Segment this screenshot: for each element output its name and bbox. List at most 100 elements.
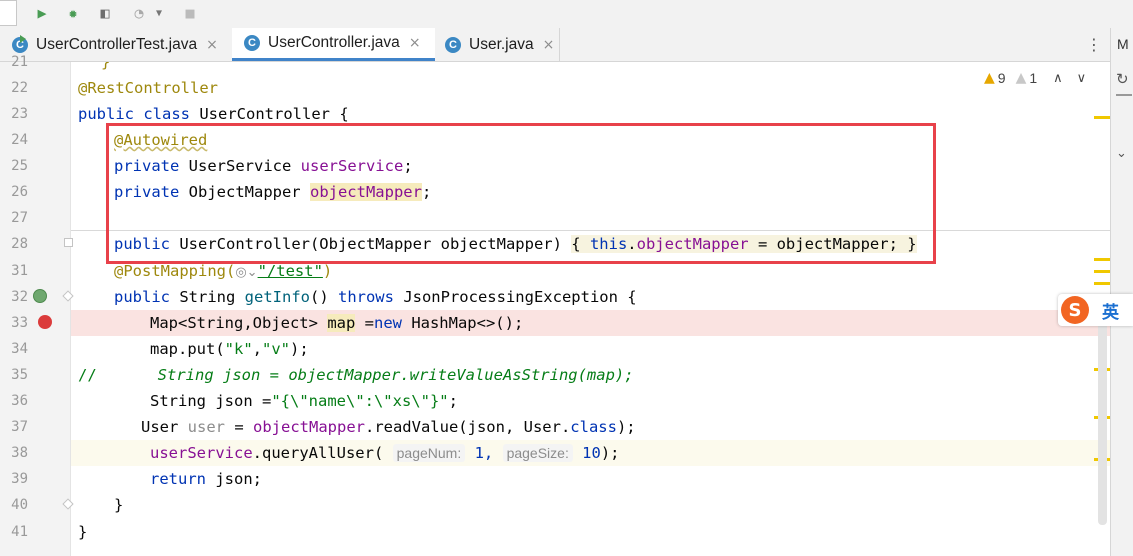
- line-number: 40: [11, 497, 28, 513]
- code-line-36: String json ="{\"name\":\"xs\"}";: [150, 388, 458, 414]
- inspection-widget[interactable]: ▲ 9 ▲ 1 ∧ ∨: [984, 70, 1086, 86]
- comment: //: [78, 366, 97, 384]
- profiler-icon[interactable]: ◔: [128, 2, 150, 24]
- refresh-icon[interactable]: ↻: [1116, 70, 1129, 88]
- line-number: 21: [11, 54, 28, 70]
- code-line-33: Map<String,Object> map =new HashMap<>();: [150, 310, 523, 336]
- maven-panel-label[interactable]: M: [1117, 36, 1129, 52]
- string-literal: "{\"name\":\"xs\"}": [271, 392, 449, 410]
- close-tab-icon[interactable]: ×: [543, 37, 555, 53]
- run-icon[interactable]: ▶: [32, 2, 52, 24]
- folded-region[interactable]: { this.objectMapper = objectMapper; }: [571, 235, 917, 253]
- code-editor[interactable]: } @RestController public class UserContr…: [71, 62, 1110, 556]
- line-number: 26: [11, 184, 28, 200]
- code-text: }: [907, 235, 917, 253]
- config-dropdown-stub[interactable]: [0, 0, 17, 26]
- code-line-32: public String getInfo() throws JsonProce…: [114, 284, 637, 310]
- weak-warning-count: 1: [1029, 70, 1038, 86]
- code-text: (): [309, 288, 338, 306]
- code-line-41: }: [78, 523, 88, 541]
- code-text: map.put(: [150, 340, 225, 358]
- ime-indicator[interactable]: S 英: [1058, 294, 1133, 326]
- string-literal: "v": [262, 340, 290, 358]
- tab-label: User.java: [469, 35, 534, 53]
- annotation: @RestController: [78, 79, 218, 97]
- annotation: @Autowired: [114, 131, 208, 149]
- code-text: User: [141, 418, 188, 436]
- code-line-31: @PostMapping(◎⌄"/test"): [114, 258, 332, 284]
- string-literal[interactable]: "/test": [258, 262, 323, 280]
- tab-usercontrollertest[interactable]: C UserControllerTest.java ×: [0, 28, 232, 61]
- field-name: userService: [300, 157, 404, 175]
- field-name: objectMapper: [309, 183, 422, 201]
- code-line-21: }: [101, 62, 111, 71]
- code-text: ;: [421, 183, 432, 201]
- code-line-28: public UserController(ObjectMapper objec…: [114, 231, 917, 257]
- warning-icon: ▲: [984, 70, 995, 86]
- keyword: this: [589, 235, 628, 253]
- code-line-38: userService.queryAllUser( pageNum: 1, pa…: [150, 440, 620, 466]
- keyword: class: [570, 418, 617, 436]
- warning-marker[interactable]: [1094, 258, 1110, 261]
- annotation: ): [322, 262, 333, 280]
- tab-user[interactable]: C User.java ×: [435, 28, 560, 61]
- java-class-icon: C: [445, 36, 461, 53]
- line-number: 37: [11, 419, 28, 435]
- code-text: .: [627, 235, 637, 253]
- right-tool-strip: M ↻ ⌄: [1110, 28, 1133, 556]
- warning-marker[interactable]: [1094, 270, 1110, 273]
- dropdown-icon[interactable]: ▼: [152, 2, 166, 24]
- tab-label: UserController.java: [268, 34, 400, 51]
- keyword: new: [373, 314, 402, 332]
- code-line-40: }: [114, 496, 124, 514]
- java-class-icon: C: [244, 35, 260, 51]
- field-name: objectMapper: [253, 418, 365, 436]
- keyword: throws: [337, 288, 394, 306]
- more-tabs-icon[interactable]: ⋮: [1086, 28, 1102, 61]
- code-text: UserService: [179, 157, 301, 175]
- close-tab-icon[interactable]: ×: [409, 35, 421, 51]
- weak-warning-icon: ▲: [1015, 70, 1027, 86]
- breakpoint-icon[interactable]: [38, 315, 52, 329]
- keyword: public: [114, 235, 170, 253]
- line-number: 33: [11, 315, 28, 331]
- parameter-hint: pageSize:: [502, 444, 573, 462]
- code-text: JsonProcessingException {: [393, 288, 637, 306]
- line-gutter: 21 22 23 24 25 26 27 28 31 32 33 34 35 3…: [0, 54, 74, 556]
- keyword: class: [143, 105, 191, 123]
- sogou-logo-icon: S: [1061, 296, 1089, 324]
- tab-label: UserControllerTest.java: [36, 35, 198, 53]
- line-number: 35: [11, 367, 28, 383]
- stop-icon[interactable]: ■: [180, 2, 200, 24]
- warning-marker[interactable]: [1094, 282, 1110, 285]
- next-highlight-icon[interactable]: ∨: [1077, 71, 1087, 86]
- warning-count: 9: [997, 70, 1006, 86]
- endpoint-gutter-icon[interactable]: [33, 289, 47, 303]
- line-number: 27: [11, 210, 28, 226]
- code-text: HashMap<>();: [401, 314, 524, 332]
- vertical-scrollbar[interactable]: [1098, 315, 1107, 525]
- line-number: 28: [11, 236, 28, 252]
- code-text: ;: [403, 157, 413, 175]
- tab-usercontroller[interactable]: C UserController.java ×: [232, 28, 435, 61]
- warning-marker[interactable]: [1094, 116, 1110, 119]
- annotation: @PostMapping(: [114, 262, 236, 280]
- previous-highlight-icon[interactable]: ∧: [1053, 71, 1063, 86]
- code-line-24: @Autowired: [114, 127, 207, 153]
- line-number: 41: [11, 524, 28, 540]
- debug-icon[interactable]: ✹: [62, 2, 84, 24]
- main-toolbar: ▶ ✹ ◧ ◔ ▼ ■: [0, 0, 1133, 28]
- chevron-down-icon[interactable]: ⌄: [1116, 146, 1127, 161]
- line-number: 31: [11, 263, 28, 279]
- editor-tab-bar: C UserControllerTest.java × C UserContro…: [0, 28, 1110, 62]
- method-name: getInfo: [244, 288, 310, 306]
- code-text: =: [225, 418, 253, 436]
- line-number: 23: [11, 106, 28, 122]
- coverage-icon[interactable]: ◧: [94, 2, 116, 24]
- line-number: 39: [11, 471, 28, 487]
- globe-icon[interactable]: ◎⌄: [235, 265, 257, 280]
- code-text: =: [355, 314, 374, 332]
- line-number: 36: [11, 393, 28, 409]
- close-tab-icon[interactable]: ×: [206, 37, 218, 53]
- divider: [1116, 94, 1132, 96]
